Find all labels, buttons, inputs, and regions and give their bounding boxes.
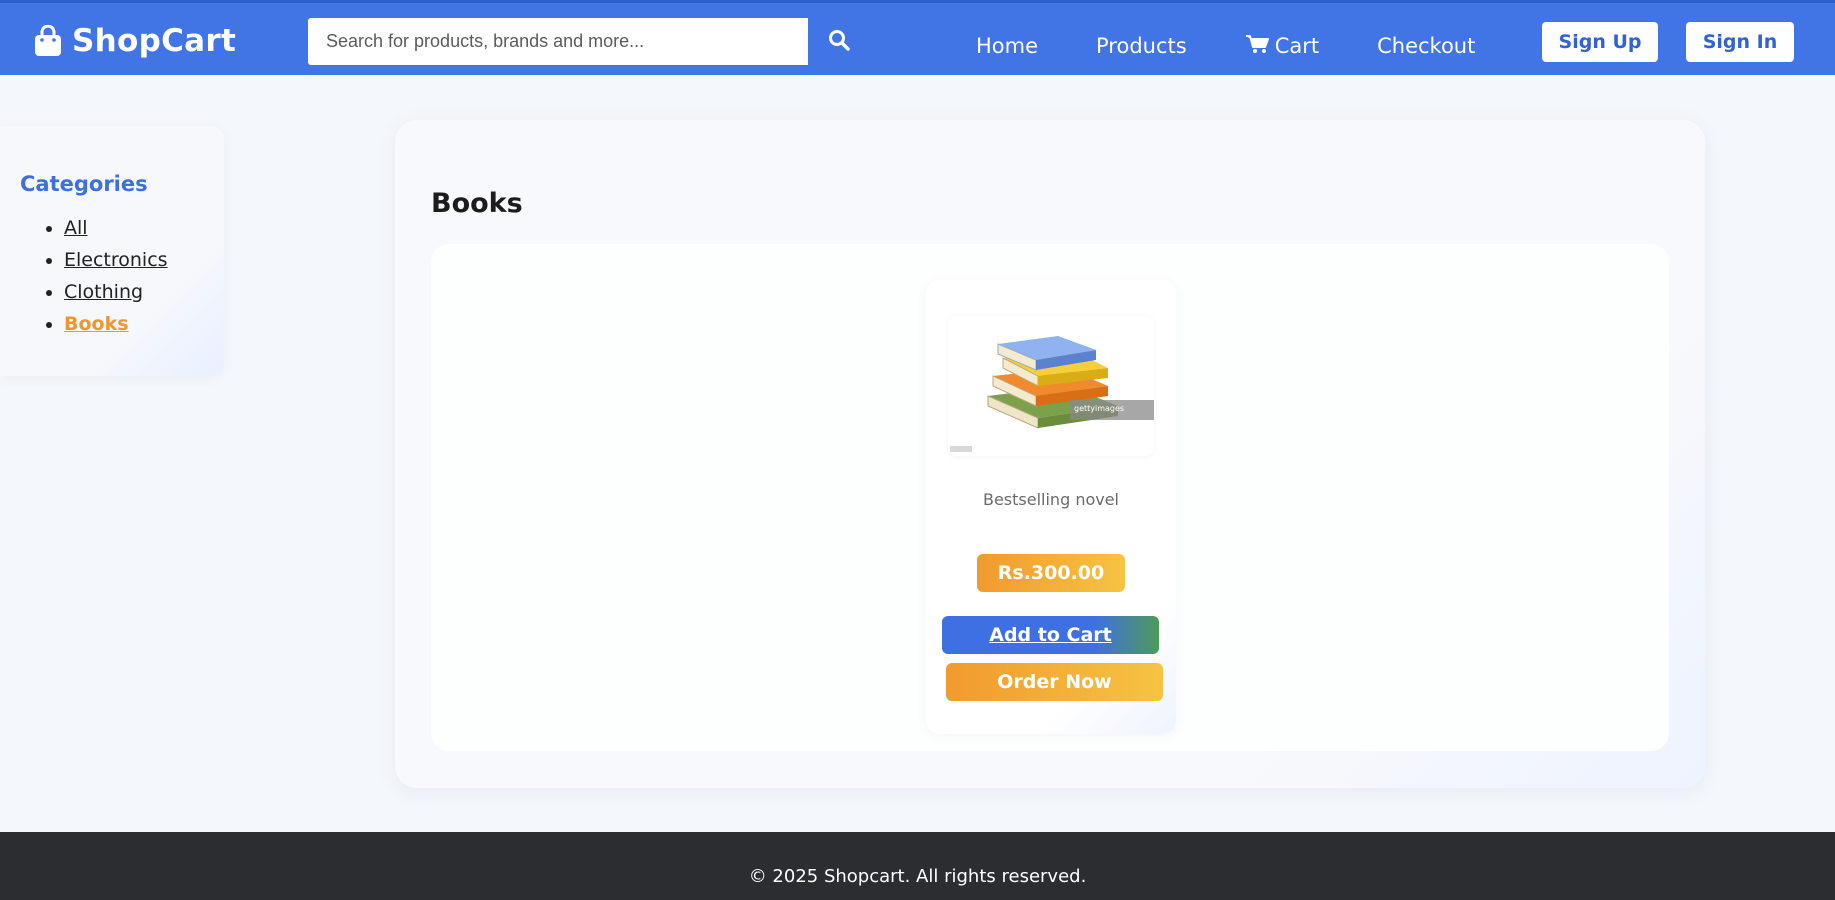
brand-logo[interactable]: ShopCart — [34, 21, 236, 61]
sign-up-button[interactable]: Sign Up — [1542, 22, 1658, 62]
category-link-books[interactable]: Books — [64, 313, 129, 335]
shopping-bag-icon — [34, 25, 62, 57]
product-grid: gettyimages Bestselling novel Rs.300.00 … — [431, 244, 1669, 751]
products-panel: Books gettyimages Bestselling novel Rs.3… — [395, 120, 1705, 788]
search-input[interactable] — [308, 18, 808, 65]
category-link-clothing[interactable]: Clothing — [64, 281, 143, 303]
nav-products-label: Products — [1096, 34, 1187, 58]
search-button[interactable] — [808, 18, 870, 65]
category-item-electronics: Electronics — [64, 244, 168, 276]
order-now-button[interactable]: Order Now — [946, 663, 1163, 701]
brand-name: ShopCart — [72, 23, 237, 59]
nav-checkout[interactable]: Checkout — [1377, 34, 1475, 58]
nav-checkout-label: Checkout — [1377, 34, 1476, 58]
main-nav: Home Products Cart Checkout — [976, 31, 1533, 61]
nav-cart-label: Cart — [1274, 34, 1320, 58]
price-badge: Rs.300.00 — [977, 554, 1125, 592]
search-bar — [308, 18, 870, 65]
nav-home[interactable]: Home — [976, 34, 1038, 58]
sign-in-button[interactable]: Sign In — [1686, 22, 1794, 62]
nav-products[interactable]: Products — [1096, 34, 1187, 58]
books-stack-image: gettyimages — [950, 336, 1154, 452]
product-card[interactable]: gettyimages Bestselling novel Rs.300.00 … — [926, 280, 1176, 734]
cart-icon — [1245, 34, 1275, 59]
category-link-electronics[interactable]: Electronics — [64, 249, 168, 271]
nav-cart[interactable]: Cart — [1245, 34, 1319, 59]
sidebar-title: Categories — [20, 172, 148, 196]
search-icon — [828, 29, 850, 54]
top-navbar: ShopCart Home Products — [0, 0, 1835, 75]
category-item-books: Books — [64, 308, 168, 340]
image-watermark: gettyimages — [1074, 404, 1124, 413]
page-footer: © 2025 Shopcart. All rights reserved. — [0, 832, 1835, 900]
add-to-cart-button[interactable]: Add to Cart — [942, 616, 1159, 654]
nav-home-label: Home — [976, 34, 1039, 58]
category-list: All Electronics Clothing Books — [0, 212, 168, 340]
category-link-all[interactable]: All — [64, 217, 88, 239]
product-description: Bestselling novel — [982, 490, 1119, 509]
page-title: Books — [431, 188, 523, 219]
product-image[interactable]: gettyimages — [948, 316, 1154, 456]
category-item-clothing: Clothing — [64, 276, 168, 308]
category-sidebar: Categories All Electronics Clothing Book… — [0, 126, 224, 376]
category-item-all: All — [64, 212, 168, 244]
footer-copyright: © 2025 Shopcart. All rights reserved. — [748, 866, 1087, 887]
